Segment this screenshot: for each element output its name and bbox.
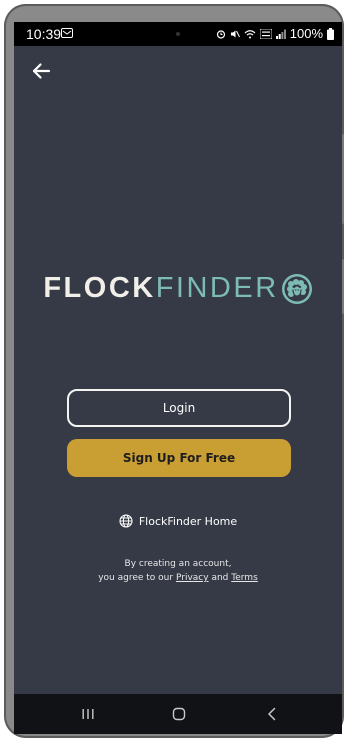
recents-icon[interactable] [78,704,98,724]
logo-text-flock: FLOCK [43,272,156,304]
front-camera [176,32,180,36]
status-bar: 10:39 100% [14,22,342,46]
legal-notice: By creating an account, you agree to our… [14,557,342,585]
legal-line-2: you agree to our Privacy and Terms [14,571,342,585]
volte-icon [259,28,272,39]
chevron-left-icon[interactable] [262,704,282,724]
phone-frame: 10:39 100% FLOCK FINDER Login Sign Up Fo… [4,4,344,738]
login-button[interactable]: Login [67,389,291,427]
sheep-badge-icon [281,273,312,304]
legal-and: and [211,573,229,583]
signal-icon [275,29,286,39]
app-screen: 10:39 100% FLOCK FINDER Login Sign Up Fo… [14,22,342,734]
status-icons: 100% [216,26,334,41]
home-link-label: FlockFinder Home [138,514,238,528]
flockfinder-home-link[interactable]: FlockFinder Home [14,514,342,528]
signup-button[interactable]: Sign Up For Free [67,439,291,477]
privacy-link[interactable]: Privacy [176,573,209,583]
notification-icon [61,28,73,38]
home-icon[interactable] [169,704,189,724]
wifi-icon [244,29,256,38]
legal-prefix: you agree to our [98,573,174,583]
battery-percent: 100% [289,26,323,41]
legal-line-1: By creating an account, [124,559,232,569]
system-nav-bar [14,694,342,734]
mute-icon [230,30,240,37]
flockfinder-logo: FLOCK FINDER [14,272,342,305]
logo-text-finder: FINDER [155,272,279,304]
battery-icon [327,27,334,40]
terms-link[interactable]: Terms [231,573,258,583]
alarm-icon [216,29,225,39]
status-time: 10:39 [26,26,62,42]
globe-icon [119,514,133,528]
arrow-left-icon[interactable] [30,60,52,82]
